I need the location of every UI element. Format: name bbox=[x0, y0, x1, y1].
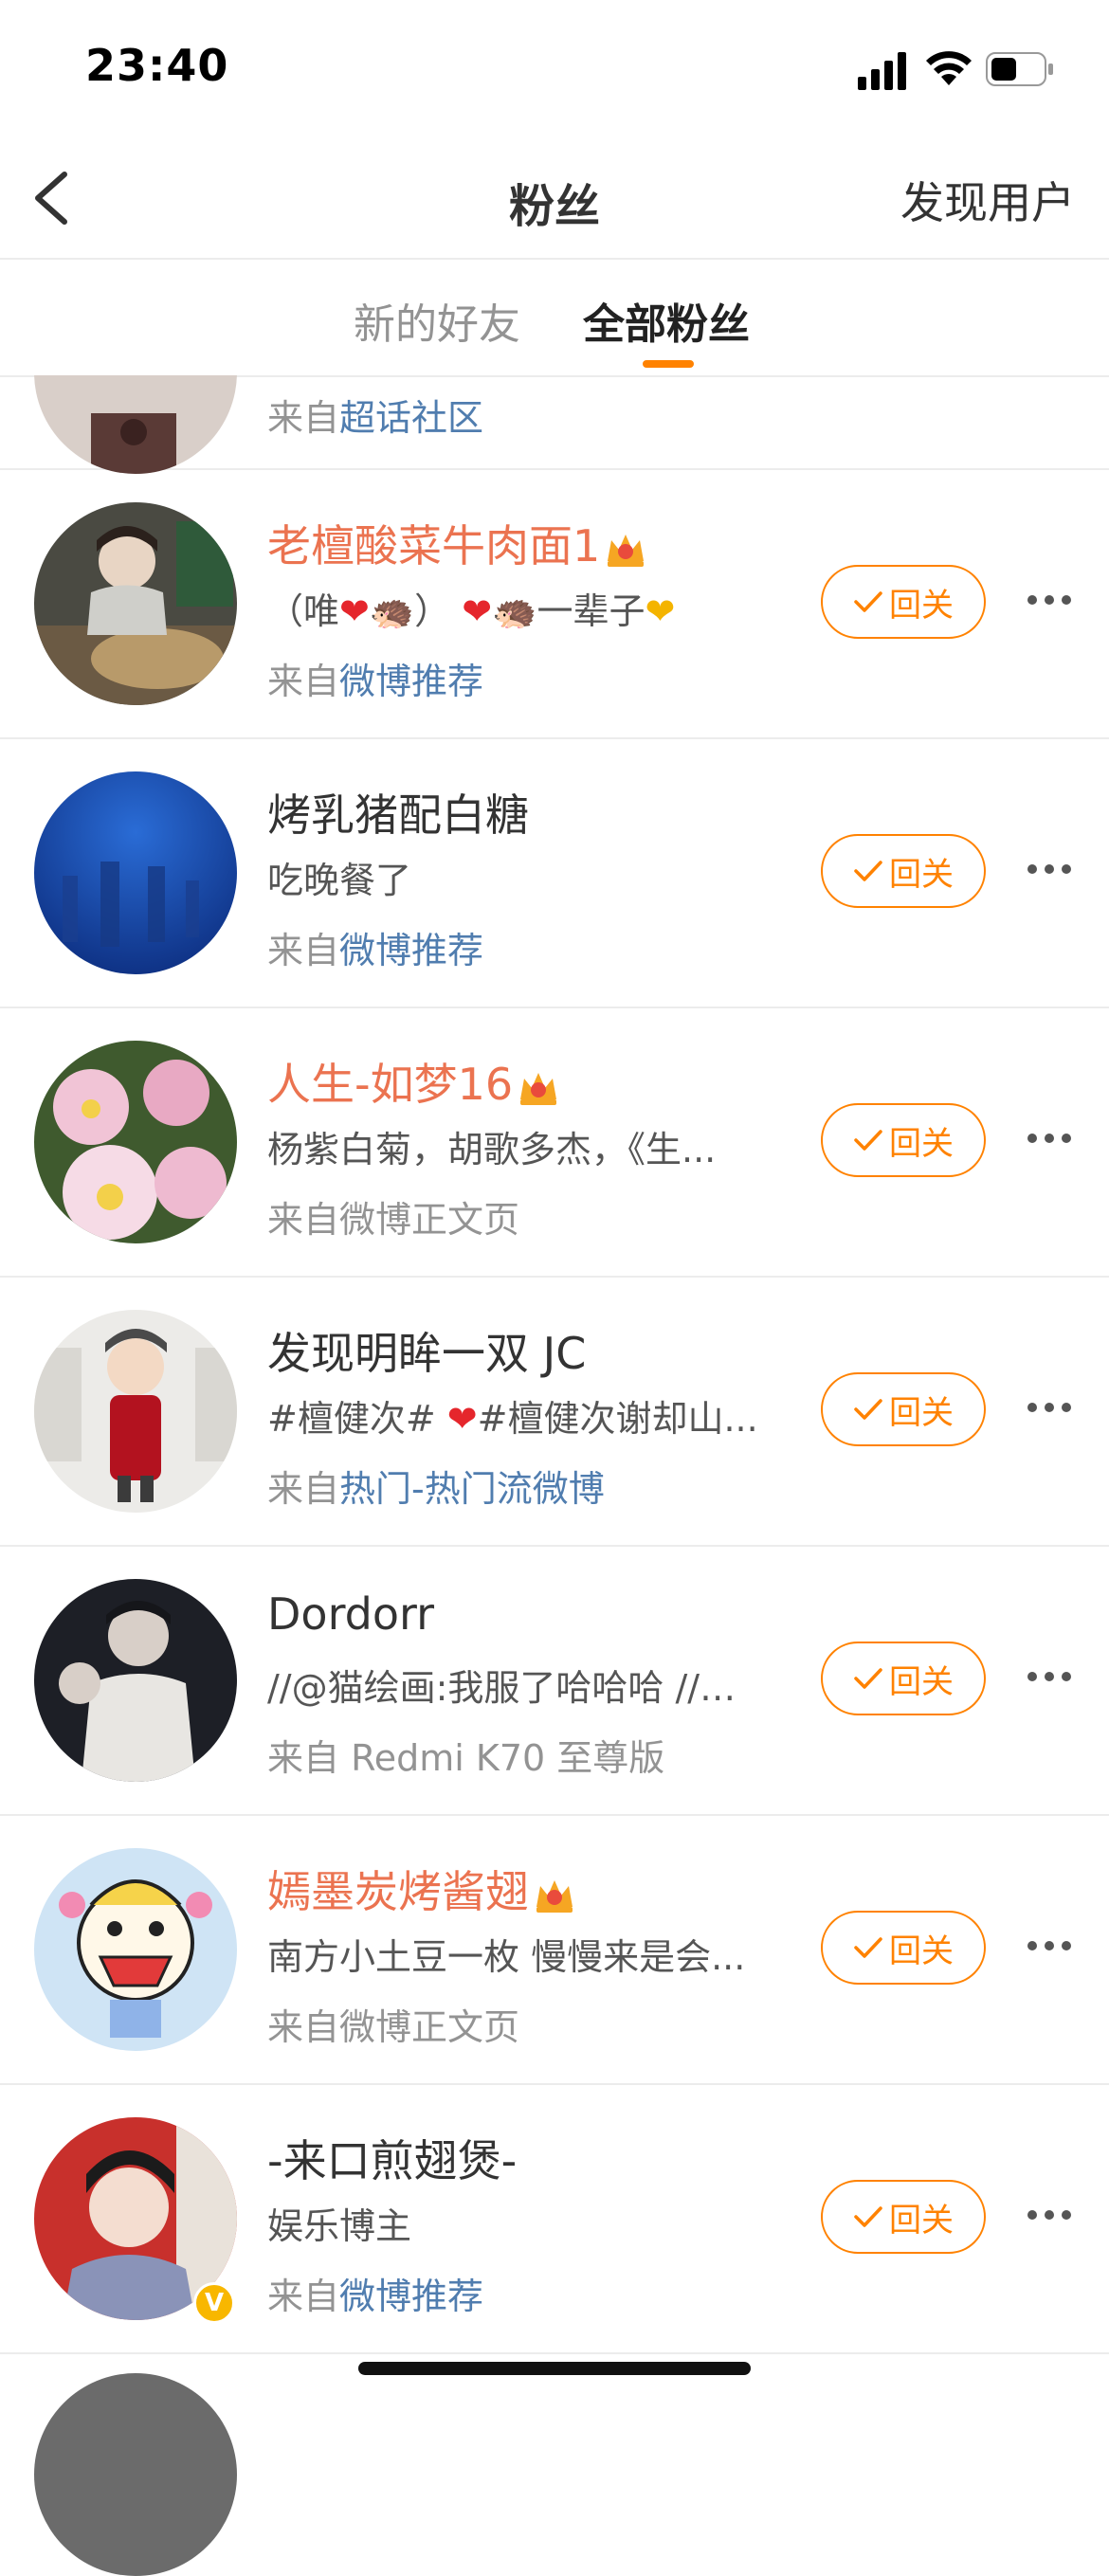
battery-icon bbox=[986, 52, 1053, 86]
source-text: 来自微博推荐 bbox=[267, 930, 484, 971]
check-icon bbox=[854, 861, 882, 881]
check-icon bbox=[854, 591, 882, 612]
source-text: 来自 Redmi K70 至尊版 bbox=[267, 1737, 665, 1779]
source-text: 来自微博正文页 bbox=[267, 2006, 520, 2048]
user-name[interactable]: 烤乳猪配白糖 bbox=[267, 781, 529, 844]
user-name[interactable]: -来口煎翅煲- bbox=[267, 2127, 517, 2189]
list-item[interactable]: 来自超话社区 bbox=[0, 375, 1109, 474]
source-link[interactable]: 超话社区 bbox=[339, 397, 483, 439]
source-text: 来自热门-热门流微博 bbox=[267, 1468, 605, 1510]
more-icon[interactable] bbox=[1026, 590, 1073, 610]
nav-bar: 粉丝 发现用户 bbox=[0, 142, 1109, 260]
user-bio: 娱乐博主 bbox=[267, 2205, 412, 2247]
follow-back-button[interactable]: 回关 bbox=[821, 565, 986, 639]
check-icon bbox=[854, 1130, 882, 1151]
source-link[interactable]: 微博推荐 bbox=[339, 2276, 483, 2317]
avatar[interactable] bbox=[34, 1579, 237, 1782]
list-item[interactable]: 烤乳猪配白糖 吃晚餐了 来自微博推荐 回关 bbox=[0, 739, 1109, 1008]
heart-icon: ❤ bbox=[339, 590, 370, 632]
user-name[interactable]: Dordorr bbox=[267, 1588, 434, 1640]
list-item[interactable]: 人生-如梦16 杨紫白菊，胡歌多杰，《生... 来自微博正文页 回关 bbox=[0, 1008, 1109, 1278]
status-bar: 23:40 bbox=[0, 0, 1109, 142]
more-icon[interactable] bbox=[1026, 859, 1073, 880]
follow-back-button[interactable]: 回关 bbox=[821, 1103, 986, 1177]
user-name[interactable]: 嫣墨炭烤酱翅 bbox=[267, 1858, 576, 1920]
user-bio: （唯❤🦔） ❤🦔一辈子❤ bbox=[267, 590, 676, 632]
check-icon bbox=[854, 1937, 882, 1958]
source-link[interactable]: 热门-热门流微博 bbox=[339, 1468, 605, 1510]
user-name[interactable]: 老檀酸菜牛肉面1 bbox=[267, 512, 647, 574]
source-text: 来自超话社区 bbox=[267, 397, 484, 439]
more-icon[interactable] bbox=[1026, 1397, 1073, 1418]
cellular-signal-icon bbox=[858, 52, 906, 90]
list-item[interactable]: 嫣墨炭烤酱翅 南方小土豆一枚 慢慢来是会... 来自微博正文页 回关 bbox=[0, 1816, 1109, 2085]
vip-crown-icon bbox=[536, 1879, 573, 1913]
more-icon[interactable] bbox=[1026, 2204, 1073, 2225]
tab-bar: 新的好友 全部粉丝 bbox=[0, 260, 1109, 377]
list-item[interactable]: Dordorr //@猫绘画:我服了哈哈哈 //@... 来自 Redmi K7… bbox=[0, 1547, 1109, 1816]
follow-back-button[interactable]: 回关 bbox=[821, 1372, 986, 1446]
fans-list: 来自超话社区 老檀酸菜牛肉面1 （唯❤🦔） ❤🦔一辈子❤ 来自微博推荐 回关 烤… bbox=[0, 375, 1109, 2400]
discover-users-button[interactable]: 发现用户 bbox=[900, 169, 1075, 231]
home-indicator[interactable] bbox=[358, 2362, 751, 2375]
vip-crown-icon bbox=[608, 534, 645, 567]
user-bio: 杨紫白菊，胡歌多杰，《生... bbox=[267, 1129, 717, 1170]
follow-back-button[interactable]: 回关 bbox=[821, 1911, 986, 1985]
source-link[interactable]: 微博推荐 bbox=[339, 930, 483, 971]
active-tab-indicator bbox=[643, 360, 694, 368]
list-item[interactable]: 发现明眸一双 JC #檀健次# ❤#檀健次谢却山... 来自热门-热门流微博 回… bbox=[0, 1278, 1109, 1547]
user-name[interactable]: 发现明眸一双 JC bbox=[267, 1319, 586, 1382]
source-text: 来自微博推荐 bbox=[267, 2276, 484, 2317]
verified-badge: V bbox=[193, 2282, 235, 2324]
list-item[interactable]: 老檀酸菜牛肉面1 （唯❤🦔） ❤🦔一辈子❤ 来自微博推荐 回关 bbox=[0, 470, 1109, 739]
tab-all-fans[interactable]: 全部粉丝 bbox=[583, 290, 750, 351]
heart-icon: ❤ bbox=[462, 590, 493, 632]
avatar[interactable] bbox=[34, 1310, 237, 1513]
source-link[interactable]: 微博推荐 bbox=[339, 661, 483, 702]
avatar[interactable] bbox=[34, 1041, 237, 1243]
tab-new-friends[interactable]: 新的好友 bbox=[354, 290, 520, 351]
user-bio: 南方小土豆一枚 慢慢来是会... bbox=[267, 1936, 746, 1978]
avatar[interactable] bbox=[34, 502, 237, 705]
vip-crown-icon bbox=[520, 1072, 557, 1105]
source-text: 来自微博推荐 bbox=[267, 661, 484, 702]
user-bio: //@猫绘画:我服了哈哈哈 //@... bbox=[267, 1667, 770, 1709]
more-icon[interactable] bbox=[1026, 1935, 1073, 1956]
user-bio: #檀健次# ❤#檀健次谢却山... bbox=[267, 1398, 758, 1440]
follow-back-button[interactable]: 回关 bbox=[821, 2180, 986, 2254]
user-bio: 吃晚餐了 bbox=[267, 860, 412, 901]
wifi-icon bbox=[926, 51, 972, 85]
user-name[interactable]: 人生-如梦16 bbox=[267, 1050, 560, 1113]
list-item[interactable]: V -来口煎翅煲- 娱乐博主 来自微博推荐 回关 bbox=[0, 2085, 1109, 2354]
status-time: 23:40 bbox=[85, 40, 229, 91]
yellow-heart-icon: ❤ bbox=[645, 590, 676, 632]
check-icon bbox=[854, 1399, 882, 1420]
avatar[interactable] bbox=[34, 2373, 237, 2576]
heart-icon: ❤ bbox=[446, 1398, 478, 1440]
follow-back-button[interactable]: 回关 bbox=[821, 834, 986, 908]
avatar[interactable] bbox=[34, 375, 237, 474]
check-icon bbox=[854, 2206, 882, 2227]
more-icon[interactable] bbox=[1026, 1666, 1073, 1687]
avatar[interactable] bbox=[34, 771, 237, 974]
avatar[interactable] bbox=[34, 1848, 237, 2051]
follow-back-button[interactable]: 回关 bbox=[821, 1642, 986, 1715]
check-icon bbox=[854, 1668, 882, 1689]
more-icon[interactable] bbox=[1026, 1128, 1073, 1149]
source-text: 来自微博正文页 bbox=[267, 1199, 520, 1241]
